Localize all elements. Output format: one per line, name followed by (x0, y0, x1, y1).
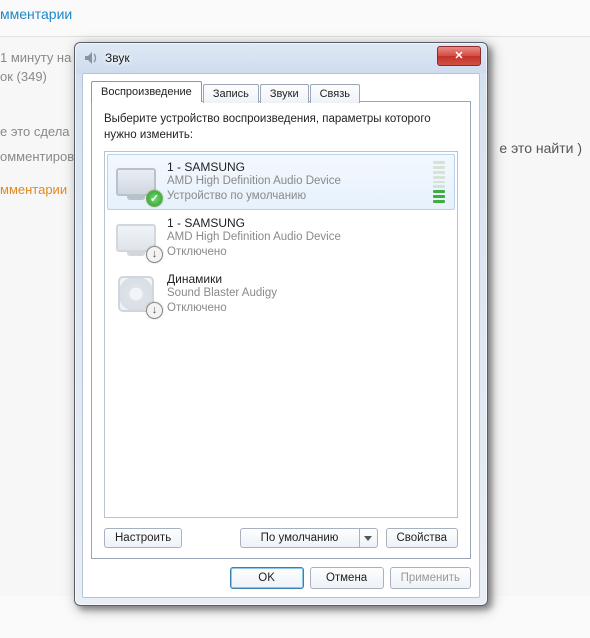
device-item-samsung-default[interactable]: ✓ 1 - SAMSUNG AMD High Definition Audio … (107, 154, 455, 210)
set-default-button[interactable]: По умолчанию (240, 528, 360, 548)
bg-right-text: е это найти ) (499, 140, 582, 156)
device-status: Устройство по умолчанию (167, 189, 425, 204)
sound-dialog: Звук ✕ Воспроизведение Запись Звуки Связ… (74, 42, 488, 606)
dialog-button-row: OK Отмена Применить (91, 559, 471, 589)
device-driver: Sound Blaster Audigy (167, 286, 449, 301)
device-status: Отключено (167, 245, 449, 260)
cancel-button[interactable]: Отмена (310, 567, 384, 589)
bg-text-q1: е это сдела (0, 122, 74, 141)
bg-count-text: ок (349) (0, 67, 74, 86)
bg-time-text: 1 минуту на (0, 48, 74, 67)
chevron-down-icon (364, 536, 372, 541)
device-name: 1 - SAMSUNG (167, 160, 425, 174)
default-check-badge-icon: ✓ (146, 190, 163, 207)
disabled-badge-icon: ↓ (146, 246, 163, 263)
device-name: 1 - SAMSUNG (167, 216, 449, 230)
bg-comments-link-top[interactable]: мментарии (0, 0, 590, 32)
device-name: Динамики (167, 272, 449, 286)
tab-playback[interactable]: Воспроизведение (91, 81, 202, 102)
close-button[interactable]: ✕ (437, 46, 481, 66)
tab-recording[interactable]: Запись (203, 84, 259, 103)
device-driver: AMD High Definition Audio Device (167, 174, 425, 189)
monitor-icon: ✓ (113, 161, 159, 203)
speaker-icon: ↓ (113, 273, 159, 315)
bg-comments-link-side[interactable]: мментарии (0, 180, 74, 199)
set-default-split-button[interactable]: По умолчанию (240, 528, 378, 548)
tab-communications[interactable]: Связь (310, 84, 360, 103)
disabled-badge-icon: ↓ (146, 302, 163, 319)
speaker-app-icon (83, 50, 99, 66)
titlebar[interactable]: Звук ✕ (75, 43, 487, 73)
apply-button[interactable]: Применить (390, 567, 471, 589)
dialog-title: Звук (105, 51, 130, 65)
set-default-dropdown[interactable] (360, 528, 378, 548)
tab-strip: Воспроизведение Запись Звуки Связь (91, 80, 471, 102)
device-status: Отключено (167, 301, 449, 316)
device-driver: AMD High Definition Audio Device (167, 230, 449, 245)
device-item-samsung-disabled[interactable]: ↓ 1 - SAMSUNG AMD High Definition Audio … (107, 210, 455, 266)
device-list[interactable]: ✓ 1 - SAMSUNG AMD High Definition Audio … (104, 151, 458, 518)
configure-button[interactable]: Настроить (104, 528, 182, 548)
bg-text-q2: омментиров (0, 147, 74, 166)
device-item-speakers[interactable]: ↓ Динамики Sound Blaster Audigy Отключен… (107, 266, 455, 322)
instruction-text: Выберите устройство воспроизведения, пар… (104, 112, 458, 143)
tab-sounds[interactable]: Звуки (260, 84, 309, 103)
monitor-icon: ↓ (113, 217, 159, 259)
dialog-client-area: Воспроизведение Запись Звуки Связь Выбер… (82, 73, 480, 598)
panel-button-row: Настроить По умолчанию Свойства (104, 528, 458, 548)
ok-button[interactable]: OK (230, 567, 304, 589)
close-x-icon: ✕ (454, 51, 463, 62)
tab-panel-playback: Выберите устройство воспроизведения, пар… (91, 101, 471, 559)
properties-button[interactable]: Свойства (386, 528, 459, 548)
level-meter-icon (433, 161, 445, 203)
